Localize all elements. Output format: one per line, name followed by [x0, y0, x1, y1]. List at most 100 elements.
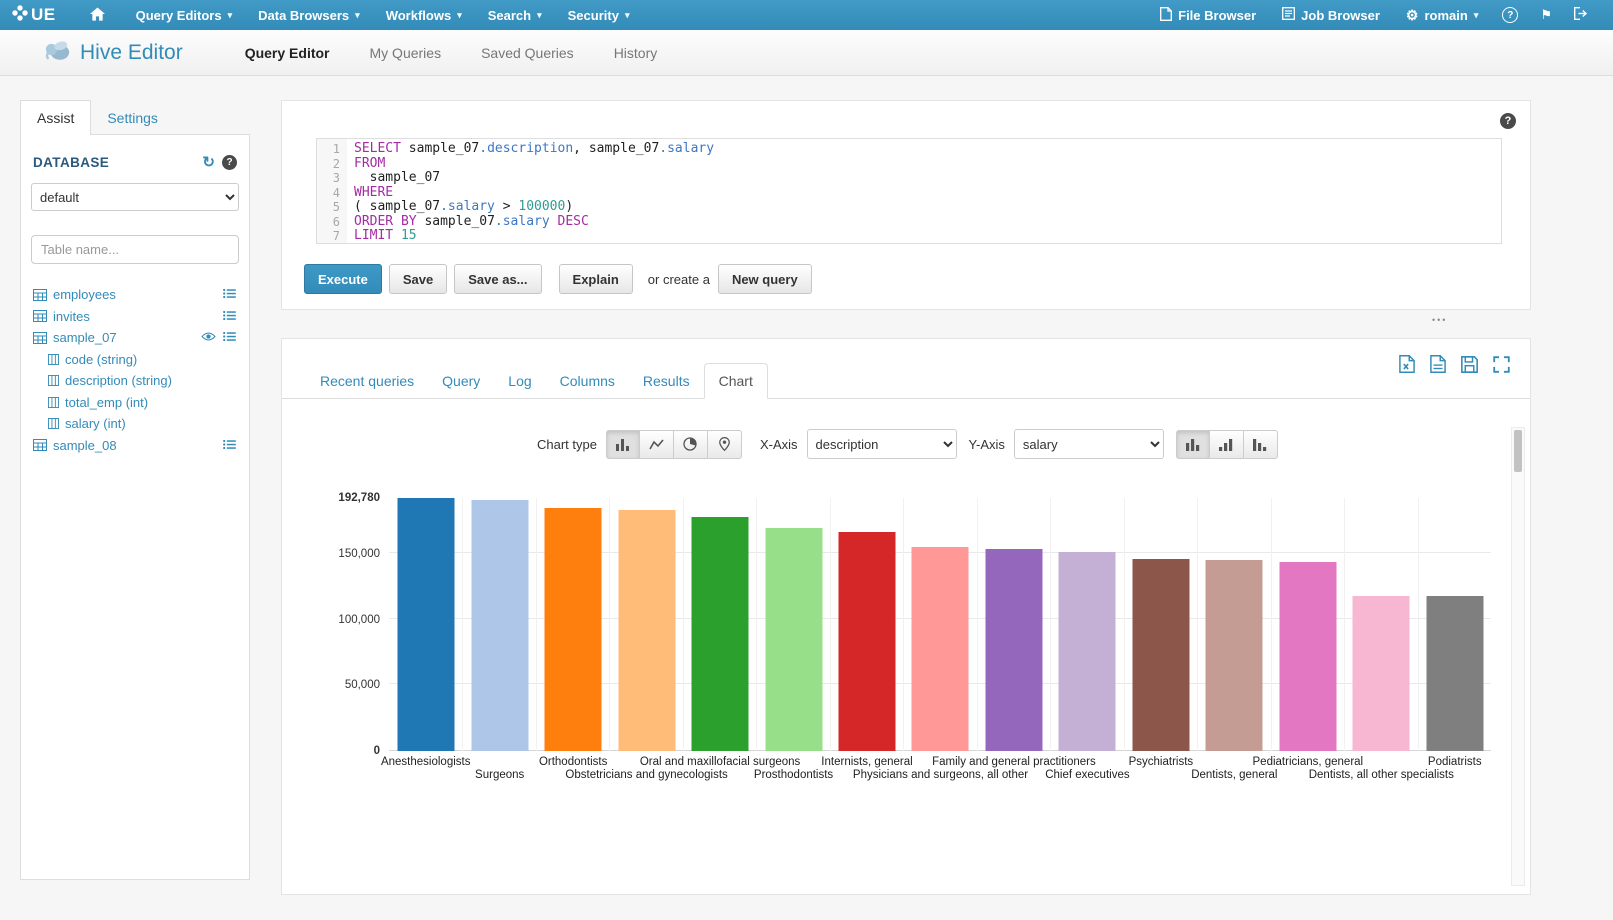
- download-xls-button[interactable]: [1399, 355, 1415, 373]
- assist-column-code-string[interactable]: code (string): [31, 349, 239, 371]
- chart-type-bars-button[interactable]: [606, 430, 640, 459]
- tree-item-label[interactable]: sample_07: [53, 330, 117, 345]
- appbar-tab-query-editor[interactable]: Query Editor: [245, 45, 330, 61]
- nav-menu-workflows[interactable]: Workflows▾: [373, 0, 475, 30]
- hive-editor-title[interactable]: Hive Editor: [44, 38, 183, 67]
- chart-type-map-button[interactable]: [708, 430, 742, 459]
- table-menu-icon[interactable]: [223, 309, 236, 324]
- sort-asc-button[interactable]: [1210, 430, 1244, 459]
- download-csv-button[interactable]: [1430, 355, 1446, 373]
- table-menu-icon[interactable]: [223, 330, 236, 345]
- bar-chief-executives[interactable]: [1059, 552, 1116, 751]
- sort-none-button[interactable]: [1176, 430, 1210, 459]
- code-token: 15: [401, 228, 417, 243]
- bar-orthodontists[interactable]: [545, 508, 602, 751]
- fullscreen-button[interactable]: [1493, 355, 1510, 373]
- appbar-tab-history[interactable]: History: [614, 45, 658, 61]
- chart-type-line-button[interactable]: [640, 430, 674, 459]
- bar-chart: 050,000100,000150,000192,780 Anesthesiol…: [331, 498, 1511, 828]
- assist-column-salary-int[interactable]: salary (int): [31, 413, 239, 435]
- execute-button[interactable]: Execute: [304, 264, 382, 294]
- bar-pediatricians-general[interactable]: [1279, 562, 1336, 752]
- tree-item-label[interactable]: total_emp (int): [65, 395, 148, 410]
- table-menu-icon[interactable]: [223, 438, 236, 453]
- bar-physicians-and-surgeons-all-other[interactable]: [912, 547, 969, 751]
- save-results-button[interactable]: [1461, 355, 1478, 373]
- sort-desc-button[interactable]: [1244, 430, 1278, 459]
- bar-slot: Orthodontists: [536, 498, 609, 751]
- tree-item-label[interactable]: salary (int): [65, 416, 126, 431]
- x-tick-label: Anesthesiologists: [381, 756, 471, 768]
- results-tab-log[interactable]: Log: [494, 364, 545, 398]
- help-button[interactable]: ?: [1491, 0, 1529, 30]
- appbar-tab-saved-queries[interactable]: Saved Queries: [481, 45, 574, 61]
- feedback-flag-button[interactable]: ⚑: [1529, 0, 1563, 30]
- chart-type-pie-button[interactable]: [674, 430, 708, 459]
- home-button[interactable]: [72, 7, 123, 24]
- bar-dentists-general[interactable]: [1206, 560, 1263, 751]
- bar-internists-general[interactable]: [839, 532, 896, 752]
- bar-oral-and-maxillofacial-surgeons[interactable]: [692, 517, 749, 751]
- results-tab-columns[interactable]: Columns: [546, 364, 629, 398]
- tree-item-label[interactable]: employees: [53, 287, 116, 302]
- new-query-button[interactable]: New query: [718, 264, 812, 294]
- save-as-button[interactable]: Save as...: [454, 264, 541, 294]
- line-number: 4: [317, 186, 340, 201]
- assist-table-employees[interactable]: employees: [31, 284, 239, 306]
- tree-item-label[interactable]: code (string): [65, 352, 137, 367]
- nav-menu-search[interactable]: Search▾: [475, 0, 555, 30]
- x-tick-label: Prosthodontists: [754, 769, 833, 781]
- editor-help-icon[interactable]: ?: [1500, 113, 1516, 129]
- results-tab-chart[interactable]: Chart: [704, 363, 768, 399]
- results-scrollbar[interactable]: [1511, 427, 1525, 886]
- user-menu[interactable]: ⚙ romain ▾: [1393, 0, 1491, 30]
- tree-item-label[interactable]: description (string): [65, 373, 172, 388]
- bar-obstetricians-and-gynecologists[interactable]: [618, 510, 675, 751]
- save-button[interactable]: Save: [389, 264, 447, 294]
- assist-table-invites[interactable]: invites: [31, 306, 239, 328]
- logout-button[interactable]: [1563, 0, 1599, 30]
- bar-surgeons[interactable]: [471, 500, 528, 751]
- results-tab-recent-queries[interactable]: Recent queries: [306, 364, 428, 398]
- y-axis-select[interactable]: salary: [1014, 429, 1164, 459]
- tree-item-label[interactable]: invites: [53, 309, 90, 324]
- resize-handle[interactable]: •••: [1432, 315, 1447, 325]
- results-card: Recent queriesQueryLogColumnsResultsChar…: [281, 338, 1531, 895]
- assist-table-sample-07[interactable]: sample_07: [31, 327, 239, 349]
- job-browser-button[interactable]: Job Browser: [1269, 0, 1393, 30]
- assist-tab-assist[interactable]: Assist: [20, 100, 91, 135]
- hue-logo[interactable]: UE: [0, 5, 72, 26]
- database-select[interactable]: default: [31, 183, 239, 211]
- results-tab-results[interactable]: Results: [629, 364, 704, 398]
- sql-code[interactable]: SELECT sample_07.description, sample_07.…: [347, 139, 714, 243]
- bar-family-and-general-practitioners[interactable]: [985, 549, 1042, 751]
- bar-psychiatrists[interactable]: [1132, 559, 1189, 751]
- table-filter-input[interactable]: [31, 235, 239, 264]
- bar-dentists-all-other-specialists[interactable]: [1353, 596, 1410, 751]
- sql-editor[interactable]: 1234567 SELECT sample_07.description, sa…: [316, 138, 1502, 244]
- x-axis-select[interactable]: description: [807, 429, 957, 459]
- results-tabs: Recent queriesQueryLogColumnsResultsChar…: [282, 339, 1530, 399]
- scrollbar-thumb[interactable]: [1514, 430, 1522, 472]
- preview-eye-icon[interactable]: [201, 330, 216, 345]
- assist-column-total-emp-int[interactable]: total_emp (int): [31, 392, 239, 414]
- nav-menu-security[interactable]: Security▾: [555, 0, 643, 30]
- bar-prosthodontists[interactable]: [765, 528, 822, 751]
- x-axis-label: X-Axis: [760, 437, 798, 452]
- results-tab-query[interactable]: Query: [428, 364, 494, 398]
- appbar-tab-my-queries[interactable]: My Queries: [370, 45, 442, 61]
- tree-item-label[interactable]: sample_08: [53, 438, 117, 453]
- nav-menu-query-editors[interactable]: Query Editors▾: [123, 0, 246, 30]
- refresh-icon[interactable]: ↻: [202, 153, 215, 171]
- assist-tab-settings[interactable]: Settings: [91, 101, 174, 135]
- assist-table-sample-08[interactable]: sample_08: [31, 435, 239, 457]
- bar-anesthesiologists[interactable]: [397, 498, 454, 751]
- file-browser-button[interactable]: File Browser: [1147, 0, 1269, 30]
- code-token: ( sample_07: [354, 199, 440, 214]
- table-menu-icon[interactable]: [223, 287, 236, 302]
- assist-help-icon[interactable]: ?: [222, 155, 237, 170]
- assist-column-description-string[interactable]: description (string): [31, 370, 239, 392]
- bar-podiatrists[interactable]: [1426, 596, 1483, 751]
- explain-button[interactable]: Explain: [559, 264, 633, 294]
- nav-menu-data-browsers[interactable]: Data Browsers▾: [245, 0, 373, 30]
